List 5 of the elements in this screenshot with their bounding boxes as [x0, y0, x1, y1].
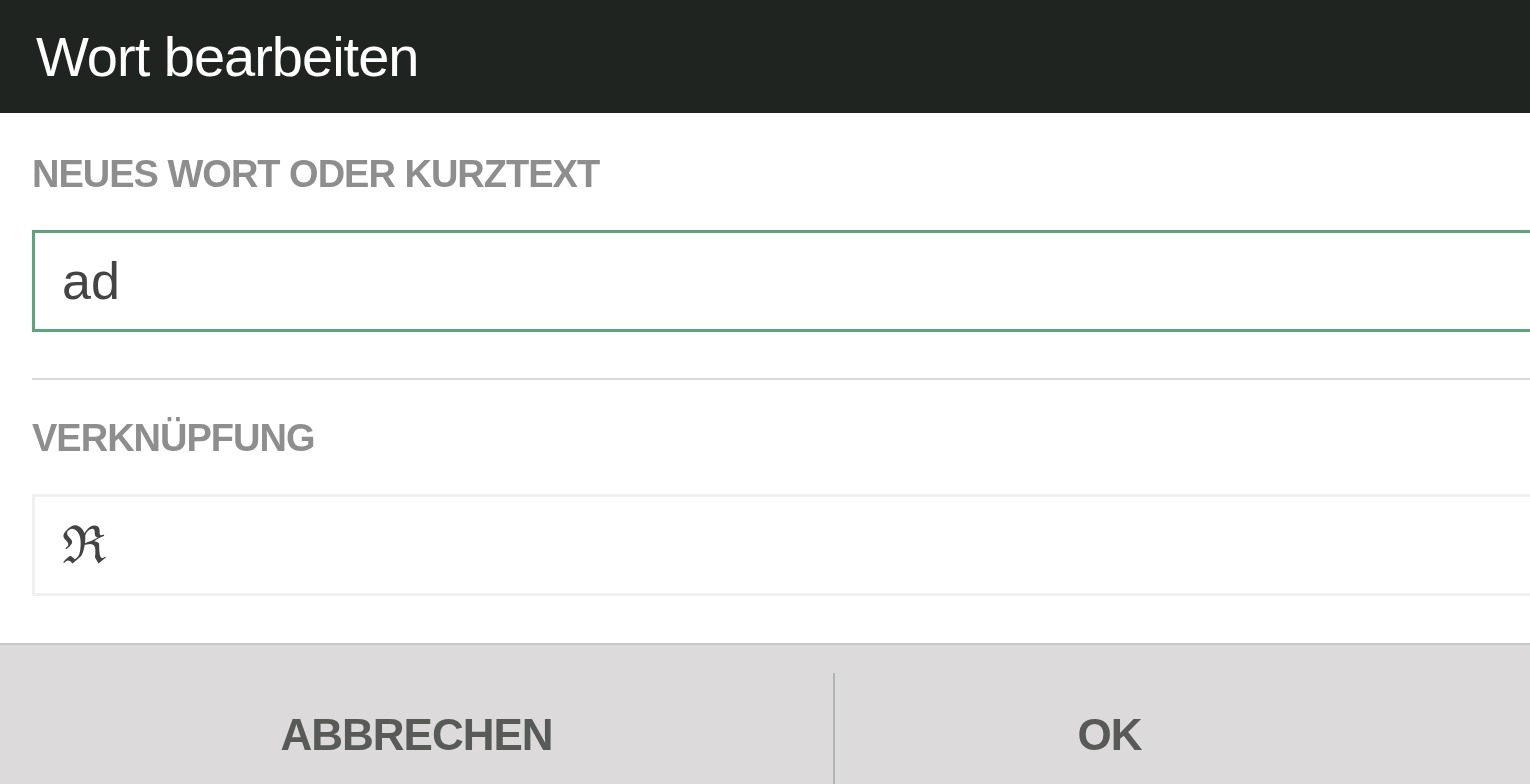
dialog-title: Wort bearbeiten	[36, 28, 419, 85]
text-field[interactable]: ℜ	[32, 494, 1530, 596]
field-label: VERKNÜPFUNG	[32, 419, 316, 457]
text-field[interactable]: ad	[32, 230, 1530, 332]
field-label: NEUES WORT ODER KURZTEXT	[32, 155, 601, 193]
